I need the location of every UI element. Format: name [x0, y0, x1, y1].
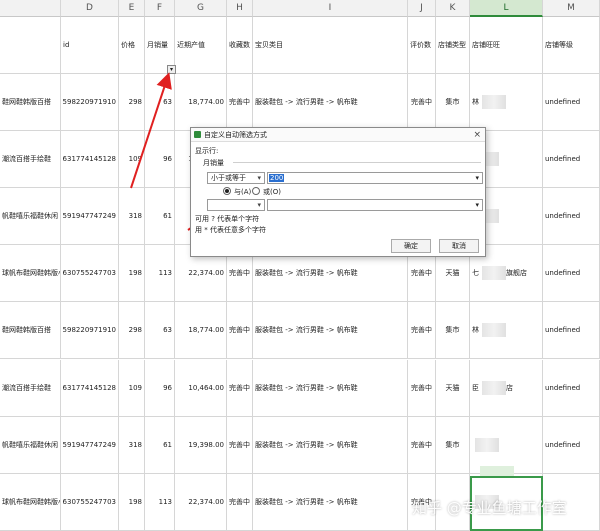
hint-multi-char: 用 * 代表任意多个字符 [195, 226, 266, 234]
dialog-title: 自定义自动筛选方式 [204, 130, 267, 139]
show-rows-label: 显示行: [195, 147, 219, 155]
second-operator-select[interactable]: ▾ [207, 199, 265, 211]
arrow-to-filter [130, 72, 172, 189]
chevron-down-icon[interactable]: ▾ [475, 173, 479, 183]
operator-value: 小于或等于 [211, 174, 246, 182]
hint-single-char: 可用 ? 代表单个字符 [195, 215, 260, 223]
and-label: 与(A) [234, 188, 252, 196]
custom-autofilter-dialog: 自定义自动筛选方式 × 显示行: 月销量 小于或等于 ▾ 200 ▾ 与(A) … [190, 127, 486, 257]
value-input[interactable]: 200 ▾ [267, 172, 483, 184]
close-icon[interactable]: × [473, 130, 481, 140]
ok-button[interactable]: 确定 [391, 239, 431, 253]
dialog-titlebar[interactable]: 自定义自动筛选方式 [191, 128, 485, 142]
chevron-down-icon[interactable]: ▾ [475, 200, 479, 210]
second-value-input[interactable]: ▾ [267, 199, 483, 211]
or-label: 或(O) [263, 188, 281, 196]
app-icon [194, 131, 201, 138]
operator-select[interactable]: 小于或等于 ▾ [207, 172, 265, 184]
field-label: 月销量 [203, 159, 224, 167]
chevron-down-icon: ▾ [257, 174, 261, 182]
value-input-text: 200 [269, 174, 285, 182]
chevron-down-icon: ▾ [257, 201, 261, 209]
and-radio[interactable] [223, 187, 231, 195]
or-radio[interactable] [252, 187, 260, 195]
cancel-button[interactable]: 取消 [439, 239, 479, 253]
spreadsheet: D E F G H I J K L M id 价格 月销量 近期产值 收藏数 宝… [0, 0, 600, 531]
divider [233, 162, 481, 163]
watermark: 知乎 @专业鱼塘工作室 [412, 499, 567, 517]
annotation-arrows [130, 72, 272, 231]
